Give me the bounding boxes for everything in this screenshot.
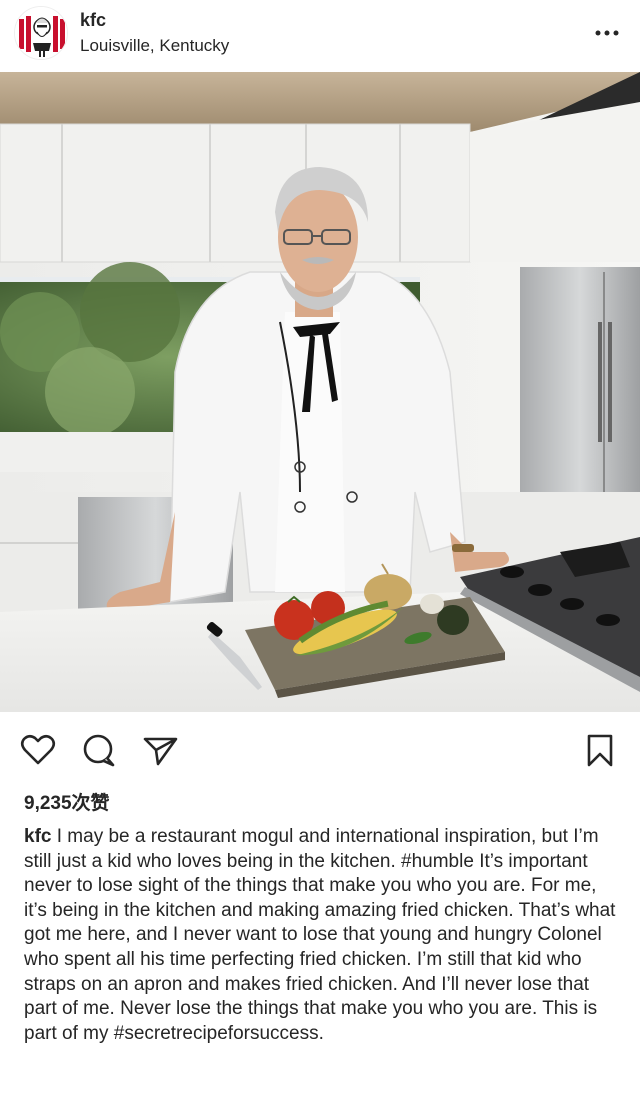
post-caption: kfc I may be a restaurant mogul and inte…	[24, 825, 624, 1046]
comment-icon	[83, 734, 115, 767]
bookmark-icon	[587, 734, 613, 767]
action-bar	[0, 726, 640, 776]
caption-username[interactable]: kfc	[24, 826, 51, 847]
comment-button[interactable]	[78, 730, 118, 770]
more-options-button[interactable]	[592, 18, 622, 48]
more-horizontal-icon	[595, 30, 619, 36]
username[interactable]: kfc	[80, 10, 106, 31]
post-photo[interactable]	[0, 72, 640, 712]
avatar[interactable]	[14, 6, 68, 60]
kitchen-photo	[0, 72, 640, 712]
caption-text: I may be a restaurant mogul and internat…	[24, 826, 616, 1044]
likes-count[interactable]: 9,235次赞	[24, 788, 110, 815]
post-header: kfc Louisville, Kentucky	[0, 0, 640, 72]
send-icon	[143, 737, 178, 766]
location-tag[interactable]: Louisville, Kentucky	[80, 36, 229, 56]
colonel-logo-icon	[15, 7, 67, 59]
heart-icon	[20, 734, 56, 765]
like-button[interactable]	[18, 730, 58, 770]
share-button[interactable]	[140, 730, 180, 770]
save-button[interactable]	[580, 730, 620, 770]
